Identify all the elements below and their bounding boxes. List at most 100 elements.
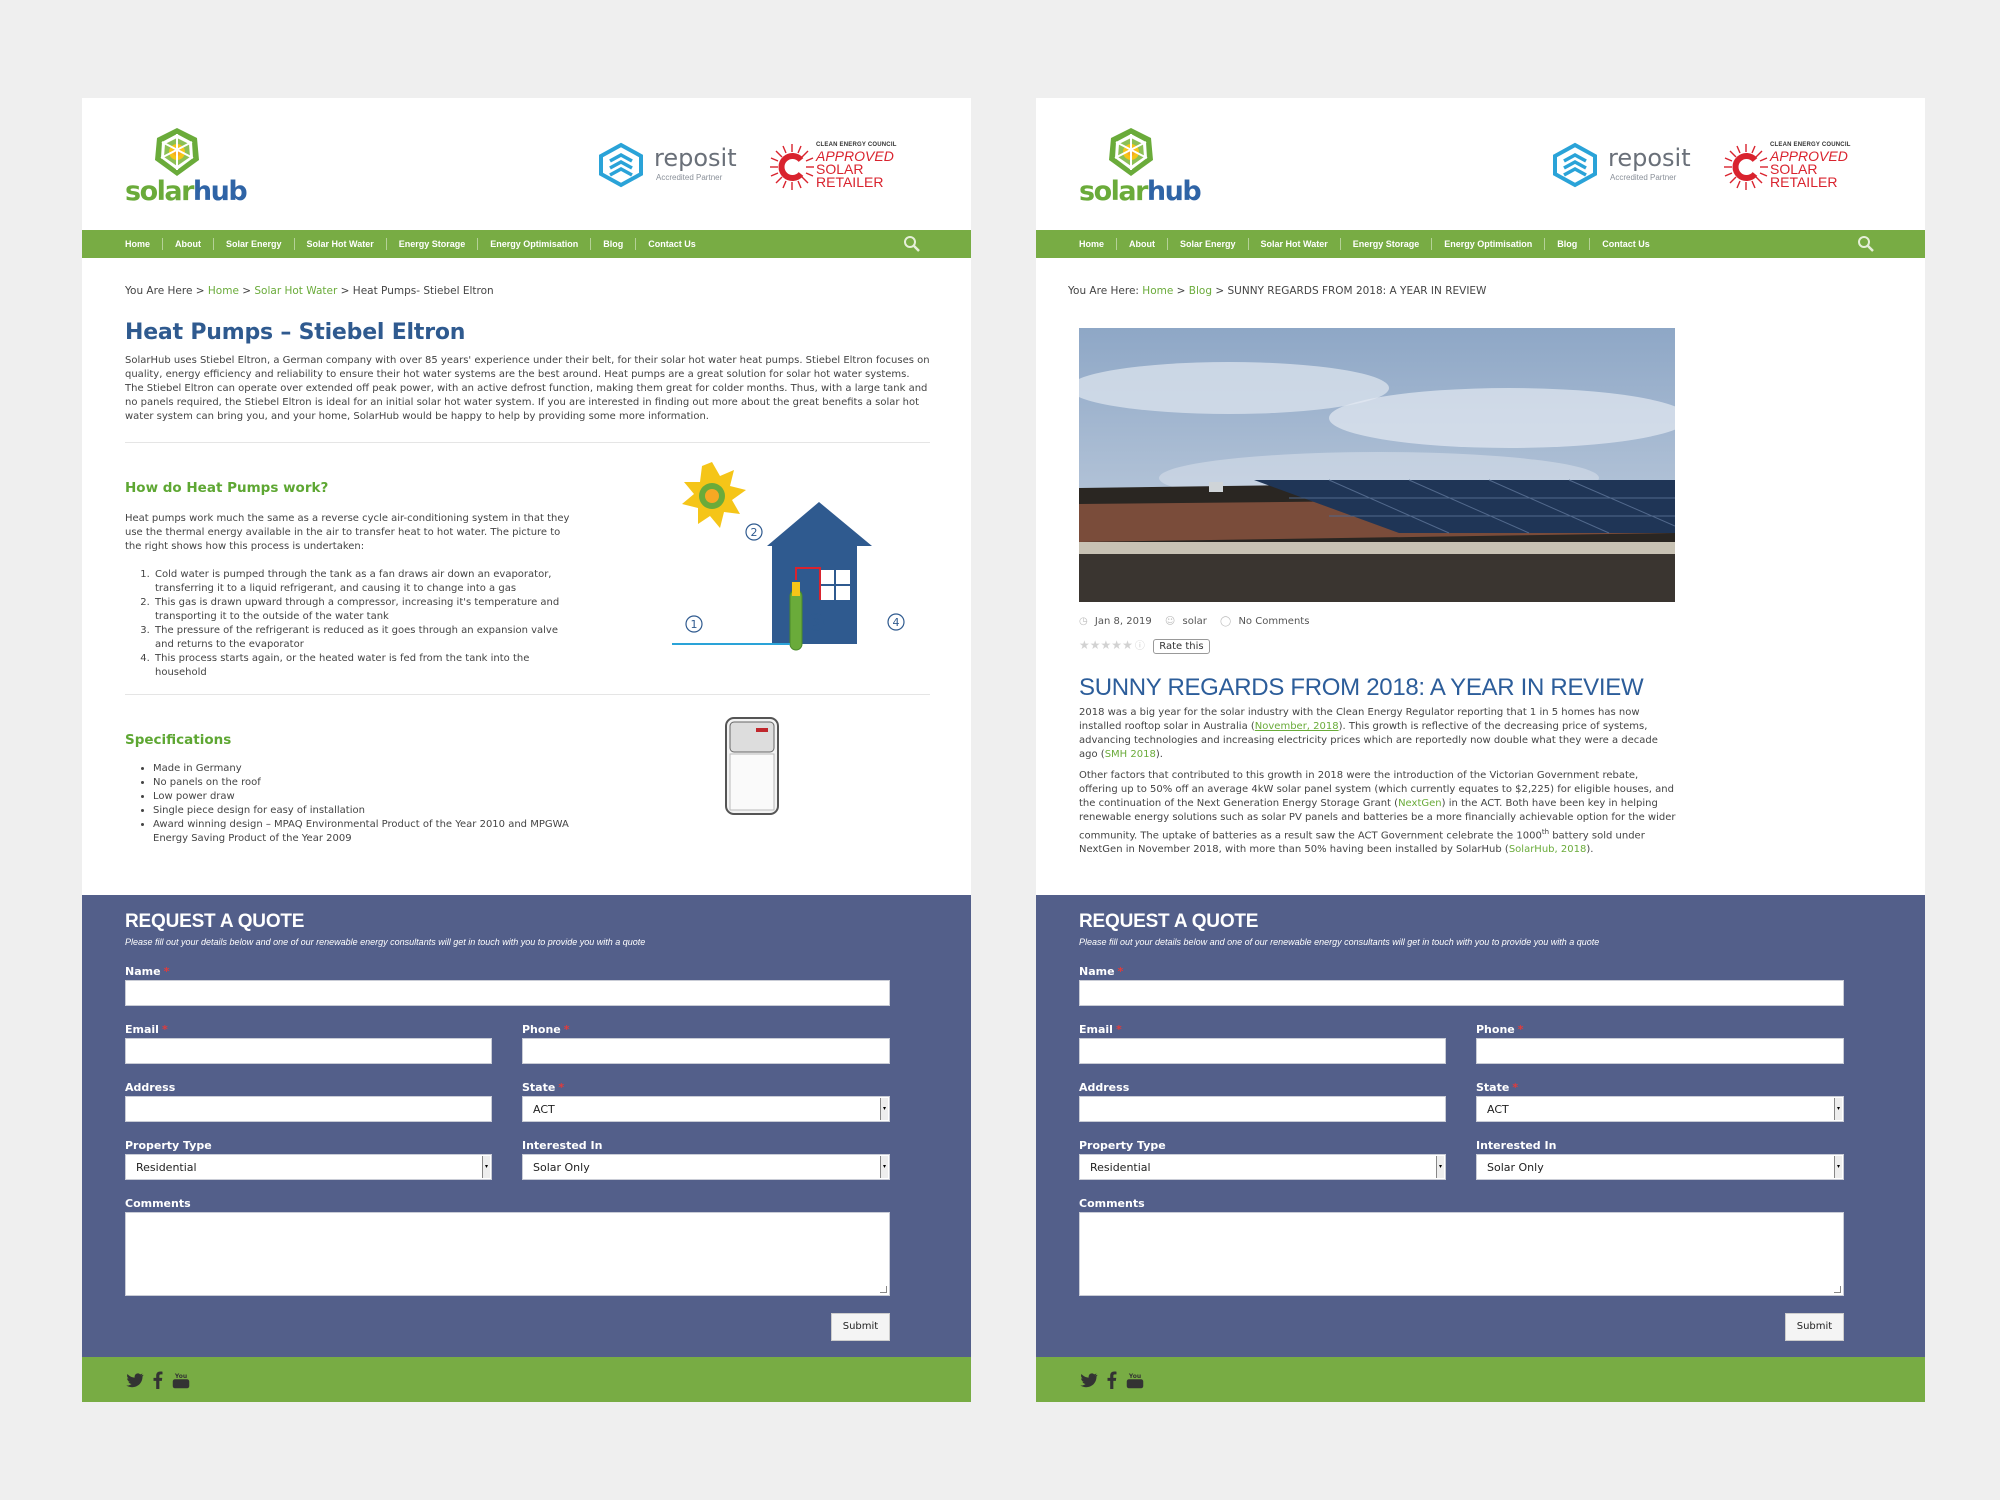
facebook-icon[interactable] — [153, 1371, 163, 1389]
diagram-label-2: 2 — [751, 526, 758, 539]
cec-approved-badge[interactable]: CLEAN ENERGY COUNCIL APPROVED SOLAR RETA… — [768, 140, 908, 194]
name-field[interactable] — [1079, 980, 1844, 1006]
request-quote-section: REQUEST A QUOTE Please fill out your det… — [82, 895, 971, 1357]
nav-contact-us[interactable]: Contact Us — [636, 238, 708, 250]
comments-textarea[interactable] — [125, 1212, 890, 1296]
star-icon[interactable]: ★ — [1111, 638, 1122, 652]
phone-field[interactable] — [522, 1038, 890, 1064]
comments-label: Comments — [1079, 1197, 1145, 1210]
state-select-value: ACT — [533, 1103, 555, 1116]
star-icon[interactable]: ★ — [1090, 638, 1101, 652]
nav-contact-us[interactable]: Contact Us — [1590, 238, 1662, 250]
interested-in-select[interactable]: Solar Only ▾ — [1476, 1154, 1844, 1180]
rate-this-button[interactable]: Rate this — [1153, 639, 1210, 654]
nav-about[interactable]: About — [163, 238, 215, 250]
nav-solar-energy[interactable]: Solar Energy — [214, 238, 295, 250]
post-title: SUNNY REGARDS FROM 2018: A YEAR IN REVIE… — [1079, 674, 1644, 701]
search-icon[interactable] — [1857, 235, 1875, 253]
property-type-select[interactable]: Residential ▾ — [1079, 1154, 1446, 1180]
nav-energy-optimisation[interactable]: Energy Optimisation — [478, 238, 592, 250]
search-icon[interactable] — [903, 235, 921, 253]
address-field[interactable] — [125, 1096, 492, 1122]
facebook-icon[interactable] — [1107, 1371, 1117, 1389]
post-author[interactable]: solar — [1183, 616, 1207, 627]
list-item: This gas is drawn upward through a compr… — [153, 596, 571, 624]
phone-field[interactable] — [1476, 1038, 1844, 1064]
reposit-badge[interactable]: reposit Accredited Partner — [598, 142, 738, 192]
list-item: This process starts again, or the heated… — [153, 652, 571, 680]
page-blog-post: solarhub reposit Accredited Partner CLEA… — [1036, 98, 1925, 1402]
nav-home[interactable]: Home — [1070, 238, 1118, 250]
quote-subtitle: Please fill out your details below and o… — [1079, 937, 1600, 947]
youtube-icon[interactable]: You — [1126, 1371, 1144, 1389]
breadcrumb-solar-hot-water-link[interactable]: Solar Hot Water — [254, 285, 337, 297]
phone-label-text: Phone — [1476, 1023, 1515, 1036]
nav-blog[interactable]: Blog — [591, 238, 637, 250]
interested-in-select[interactable]: Solar Only ▾ — [522, 1154, 890, 1180]
solarhub-logo[interactable]: solarhub — [1079, 126, 1202, 206]
email-field[interactable] — [1079, 1038, 1446, 1064]
specifications-heading: Specifications — [125, 732, 232, 748]
how-heat-pumps-work-heading: How do Heat Pumps work? — [125, 480, 329, 496]
nav-energy-storage[interactable]: Energy Storage — [387, 238, 479, 250]
youtube-icon[interactable]: You — [172, 1371, 190, 1389]
property-type-label: Property Type — [125, 1139, 212, 1152]
page-heat-pumps: solarhub reposit Accredited Partner CLEA… — [82, 98, 971, 1402]
nav-solar-hot-water[interactable]: Solar Hot Water — [1249, 238, 1341, 250]
name-field[interactable] — [125, 980, 890, 1006]
solarhub-logo[interactable]: solarhub — [125, 126, 248, 206]
nav-solar-hot-water[interactable]: Solar Hot Water — [295, 238, 387, 250]
diagram-label-1: 1 — [691, 618, 698, 631]
list-item: Single piece design for easy of installa… — [153, 804, 571, 818]
post-comments[interactable]: No Comments — [1238, 616, 1309, 627]
how-paragraph: Heat pumps work much the same as a rever… — [125, 513, 570, 552]
list-item: Made in Germany — [153, 762, 571, 776]
email-field[interactable] — [125, 1038, 492, 1064]
dropdown-arrow-icon: ▾ — [880, 1156, 888, 1178]
property-type-select[interactable]: Residential ▾ — [125, 1154, 492, 1180]
address-field[interactable] — [1079, 1096, 1446, 1122]
submit-button[interactable]: Submit — [1785, 1313, 1844, 1341]
solarhub-logo-icon — [1109, 128, 1153, 176]
cec-approved-badge[interactable]: CLEAN ENERGY COUNCIL APPROVED SOLAR RETA… — [1722, 140, 1862, 194]
comments-textarea[interactable] — [1079, 1212, 1844, 1296]
required-asterisk: * — [1517, 1023, 1524, 1036]
nav-home[interactable]: Home — [116, 238, 164, 250]
reposit-badge[interactable]: reposit Accredited Partner — [1552, 142, 1692, 192]
november-2018-link[interactable]: November, 2018 — [1255, 721, 1339, 732]
phone-label: Phone * — [522, 1023, 570, 1036]
twitter-icon[interactable] — [1080, 1371, 1098, 1389]
smh-2018-link[interactable]: SMH 2018 — [1105, 749, 1156, 760]
intro-paragraph: SolarHub uses Stiebel Eltron, a German c… — [125, 355, 930, 422]
submit-button[interactable]: Submit — [831, 1313, 890, 1341]
email-label-text: Email — [125, 1023, 159, 1036]
state-label-text: State — [522, 1081, 556, 1094]
dropdown-arrow-icon: ▾ — [1834, 1156, 1842, 1178]
nextgen-link[interactable]: NextGen — [1398, 798, 1442, 809]
nav-about[interactable]: About — [1117, 238, 1169, 250]
quote-subtitle: Please fill out your details below and o… — [125, 937, 646, 947]
star-icon[interactable]: ★ — [1122, 638, 1133, 652]
required-asterisk: * — [161, 1023, 168, 1036]
list-item: No panels on the roof — [153, 776, 571, 790]
state-select[interactable]: ACT ▾ — [1476, 1096, 1844, 1122]
interested-in-label: Interested In — [1476, 1139, 1557, 1152]
solarhub-2018-link[interactable]: SolarHub, 2018 — [1509, 844, 1587, 855]
twitter-icon[interactable] — [126, 1371, 144, 1389]
star-icon[interactable]: ★ — [1079, 638, 1090, 652]
nav-solar-energy[interactable]: Solar Energy — [1168, 238, 1249, 250]
required-asterisk: * — [558, 1081, 565, 1094]
nav-energy-storage[interactable]: Energy Storage — [1341, 238, 1433, 250]
breadcrumb-home-link[interactable]: Home — [208, 285, 239, 297]
heat-pump-unit-image — [725, 717, 779, 815]
state-select[interactable]: ACT ▾ — [522, 1096, 890, 1122]
solarhub-logo-icon — [155, 128, 199, 176]
breadcrumb-home-link[interactable]: Home — [1142, 285, 1173, 297]
info-icon: ⓘ — [1134, 641, 1145, 652]
star-icon[interactable]: ★ — [1101, 638, 1112, 652]
required-asterisk: * — [563, 1023, 570, 1036]
nav-blog[interactable]: Blog — [1545, 238, 1591, 250]
diagram-label-4: 4 — [893, 616, 900, 629]
breadcrumb-blog-link[interactable]: Blog — [1189, 285, 1212, 297]
nav-energy-optimisation[interactable]: Energy Optimisation — [1432, 238, 1546, 250]
